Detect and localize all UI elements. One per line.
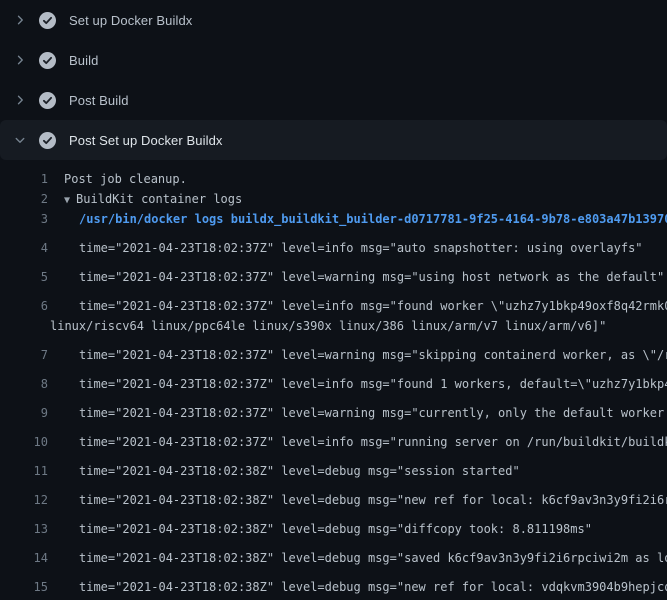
line-number[interactable]: 15 bbox=[0, 577, 48, 597]
line-number[interactable]: 8 bbox=[0, 374, 48, 394]
log-row: 5time="2021-04-23T18:02:37Z" level=warni… bbox=[0, 258, 667, 287]
log-text: time="2021-04-23T18:02:38Z" level=debug … bbox=[50, 461, 520, 481]
step-label: Build bbox=[69, 53, 98, 68]
log-text: linux/riscv64 linux/ppc64le linux/s390x … bbox=[50, 316, 606, 336]
log-text: time="2021-04-23T18:02:37Z" level=warnin… bbox=[50, 345, 667, 365]
log-area: 1Post job cleanup.2▼ BuildKit container … bbox=[0, 160, 667, 600]
log-row: 15time="2021-04-23T18:02:38Z" level=debu… bbox=[0, 568, 667, 597]
step-label: Set up Docker Buildx bbox=[69, 13, 192, 28]
check-circle-icon bbox=[39, 52, 56, 69]
log-text: time="2021-04-23T18:02:38Z" level=debug … bbox=[50, 490, 667, 510]
log-row: 13time="2021-04-23T18:02:38Z" level=debu… bbox=[0, 510, 667, 539]
log-text: time="2021-04-23T18:02:37Z" level=warnin… bbox=[50, 403, 667, 423]
line-number[interactable]: 9 bbox=[0, 403, 48, 423]
log-row: linux/riscv64 linux/ppc64le linux/s390x … bbox=[0, 316, 667, 336]
workflow-log-viewer: Set up Docker Buildx Build Post Build bbox=[0, 0, 667, 600]
line-number[interactable]: 13 bbox=[0, 519, 48, 539]
log-row: 2▼ BuildKit container logs bbox=[0, 189, 667, 209]
log-row: 4time="2021-04-23T18:02:37Z" level=info … bbox=[0, 229, 667, 258]
log-text: Post job cleanup. bbox=[50, 169, 187, 189]
log-text: time="2021-04-23T18:02:37Z" level=info m… bbox=[50, 374, 667, 394]
log-row: 9time="2021-04-23T18:02:37Z" level=warni… bbox=[0, 394, 667, 423]
line-number[interactable]: 11 bbox=[0, 461, 48, 481]
line-number[interactable]: 10 bbox=[0, 432, 48, 452]
chevron-right-icon bbox=[12, 94, 28, 106]
step-post-build[interactable]: Post Build bbox=[0, 80, 667, 120]
step-label: Post Build bbox=[69, 93, 129, 108]
step-label: Post Set up Docker Buildx bbox=[69, 133, 223, 148]
line-number[interactable]: 6 bbox=[0, 296, 48, 316]
log-text: time="2021-04-23T18:02:38Z" level=debug … bbox=[50, 548, 667, 568]
log-row: 8time="2021-04-23T18:02:37Z" level=info … bbox=[0, 365, 667, 394]
line-number[interactable]: 12 bbox=[0, 490, 48, 510]
group-toggle-icon[interactable]: ▼ bbox=[64, 195, 76, 206]
log-row: 11time="2021-04-23T18:02:38Z" level=debu… bbox=[0, 452, 667, 481]
check-circle-icon bbox=[39, 12, 56, 29]
chevron-right-icon bbox=[12, 54, 28, 66]
log-row: 1Post job cleanup. bbox=[0, 169, 667, 189]
group-header[interactable]: ▼ BuildKit container logs bbox=[50, 189, 242, 209]
log-text: time="2021-04-23T18:02:37Z" level=info m… bbox=[50, 296, 667, 316]
command-text: /usr/bin/docker logs buildx_buildkit_bui… bbox=[50, 209, 667, 229]
steps-list: Set up Docker Buildx Build Post Build bbox=[0, 0, 667, 160]
log-row: 12time="2021-04-23T18:02:38Z" level=debu… bbox=[0, 481, 667, 510]
line-number[interactable]: 1 bbox=[0, 169, 48, 189]
log-text: time="2021-04-23T18:02:38Z" level=debug … bbox=[50, 577, 667, 597]
log-text: time="2021-04-23T18:02:37Z" level=warnin… bbox=[50, 267, 664, 287]
line-number bbox=[0, 316, 48, 336]
log-row: 10time="2021-04-23T18:02:37Z" level=info… bbox=[0, 423, 667, 452]
chevron-right-icon bbox=[12, 14, 28, 26]
log-row: 14time="2021-04-23T18:02:38Z" level=debu… bbox=[0, 539, 667, 568]
step-post-set-up-docker-buildx[interactable]: Post Set up Docker Buildx bbox=[0, 120, 667, 160]
check-circle-icon bbox=[39, 132, 56, 149]
line-number[interactable]: 5 bbox=[0, 267, 48, 287]
step-set-up-docker-buildx[interactable]: Set up Docker Buildx bbox=[0, 0, 667, 40]
log-text: time="2021-04-23T18:02:37Z" level=info m… bbox=[50, 432, 667, 452]
line-number[interactable]: 3 bbox=[0, 209, 48, 229]
group-label: BuildKit container logs bbox=[76, 192, 242, 206]
line-number[interactable]: 4 bbox=[0, 238, 48, 258]
step-build[interactable]: Build bbox=[0, 40, 667, 80]
line-number[interactable]: 2 bbox=[0, 189, 48, 209]
check-circle-icon bbox=[39, 92, 56, 109]
log-row: 7time="2021-04-23T18:02:37Z" level=warni… bbox=[0, 336, 667, 365]
log-text: time="2021-04-23T18:02:38Z" level=debug … bbox=[50, 519, 592, 539]
log-row: 6time="2021-04-23T18:02:37Z" level=info … bbox=[0, 287, 667, 316]
log-text: time="2021-04-23T18:02:37Z" level=info m… bbox=[50, 238, 643, 258]
line-number[interactable]: 14 bbox=[0, 548, 48, 568]
line-number[interactable]: 7 bbox=[0, 345, 48, 365]
chevron-down-icon bbox=[12, 134, 28, 146]
log-row: 3/usr/bin/docker logs buildx_buildkit_bu… bbox=[0, 209, 667, 229]
